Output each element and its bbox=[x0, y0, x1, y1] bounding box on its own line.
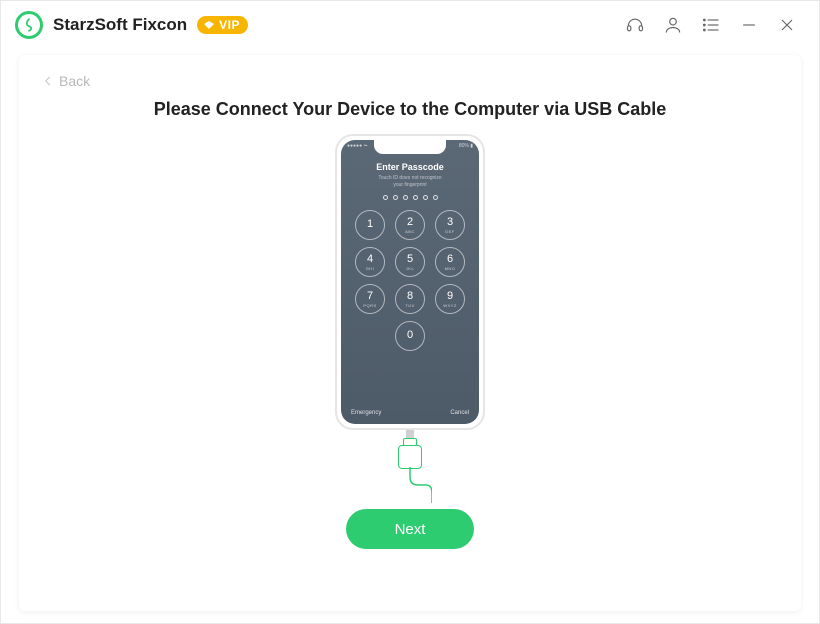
cancel-label: Cancel bbox=[450, 410, 469, 416]
keypad: 1 2ABC 3DEF 4GHI 5JKL 6MNO 7PQRS 8TUV 9W… bbox=[355, 210, 465, 351]
phone-notch bbox=[374, 140, 446, 154]
vip-badge: VIP bbox=[197, 16, 248, 34]
close-button[interactable] bbox=[773, 11, 801, 39]
titlebar: StarzSoft Fixcon VIP bbox=[1, 1, 819, 49]
main-panel: Back Please Connect Your Device to the C… bbox=[19, 55, 801, 611]
status-left: ●●●●● ⏦ bbox=[347, 143, 368, 149]
support-icon[interactable] bbox=[621, 11, 649, 39]
keypad-key: 4GHI bbox=[355, 247, 385, 277]
menu-icon[interactable] bbox=[697, 11, 725, 39]
app-title: StarzSoft Fixcon bbox=[53, 15, 187, 35]
passcode-dots bbox=[383, 195, 438, 200]
keypad-key: 8TUV bbox=[395, 284, 425, 314]
next-button[interactable]: Next bbox=[346, 509, 474, 549]
keypad-key: 2ABC bbox=[395, 210, 425, 240]
emergency-label: Emergency bbox=[351, 410, 381, 416]
keypad-key: 3DEF bbox=[435, 210, 465, 240]
back-button[interactable]: Back bbox=[41, 73, 90, 89]
status-right: 80% ▮ bbox=[459, 143, 473, 149]
phone-footer: Emergency Cancel bbox=[341, 410, 479, 416]
passcode-title: Enter Passcode bbox=[376, 162, 444, 172]
page-heading: Please Connect Your Device to the Comput… bbox=[19, 99, 801, 120]
keypad-key: 6MNO bbox=[435, 247, 465, 277]
keypad-key: 1 bbox=[355, 210, 385, 240]
app-logo-icon bbox=[15, 11, 43, 39]
keypad-key: 9WXYZ bbox=[435, 284, 465, 314]
back-label: Back bbox=[59, 73, 90, 89]
phone-screen: ●●●●● ⏦ 80% ▮ Enter Passcode Touch ID do… bbox=[341, 140, 479, 424]
phone-frame: ●●●●● ⏦ 80% ▮ Enter Passcode Touch ID do… bbox=[335, 134, 485, 430]
keypad-key: 7PQRS bbox=[355, 284, 385, 314]
minimize-button[interactable] bbox=[735, 11, 763, 39]
keypad-key: 0 bbox=[395, 321, 425, 351]
passcode-subtitle: Touch ID does not recognize your fingerp… bbox=[378, 175, 441, 188]
device-illustration: ●●●●● ⏦ 80% ▮ Enter Passcode Touch ID do… bbox=[19, 134, 801, 549]
keypad-key: 5JKL bbox=[395, 247, 425, 277]
account-icon[interactable] bbox=[659, 11, 687, 39]
next-label: Next bbox=[395, 521, 426, 538]
vip-label: VIP bbox=[219, 18, 240, 32]
usb-cable-icon bbox=[388, 428, 432, 501]
